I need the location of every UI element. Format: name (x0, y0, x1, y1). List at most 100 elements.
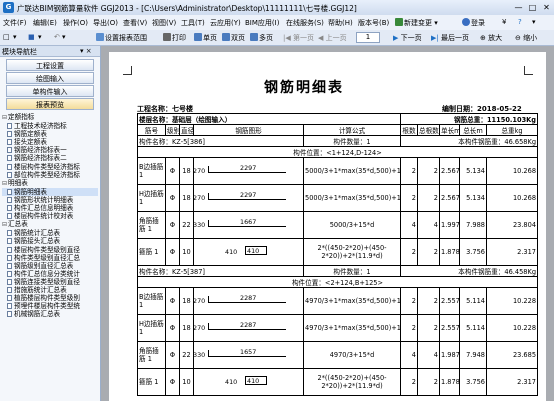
undo-icon[interactable]: ↶ (54, 33, 60, 41)
single-page-button[interactable]: 单页 (194, 33, 217, 43)
bar-grade: Φ (165, 314, 180, 342)
menu-edit[interactable]: 编辑(E) (33, 18, 57, 28)
login-label: 登录 (471, 19, 485, 27)
bar-count: 2 (400, 157, 418, 185)
col-header: 计算公式 (303, 124, 401, 136)
toolbar: □ ▾ ■ ▾ ↶ ▾ 设置报表范围 打印 单页 双页 多页 |◀ 第一页 ◀ … (0, 30, 554, 46)
menu-export[interactable]: 导出(O) (93, 18, 118, 28)
component-count: 构件数量：1 (303, 265, 401, 277)
bar-total-weight: 2.317 (485, 238, 539, 266)
tree-item[interactable]: 钢筋级别直径汇总表 (2, 262, 98, 270)
bar-formula: 2*((450-2*20)+(450-2*20))+2*(11.9*d) (303, 238, 401, 266)
print-icon (163, 33, 171, 41)
last-page-button[interactable]: ▶| 最后一页 (431, 33, 469, 43)
tree-item[interactable]: 接头定额表 (2, 138, 98, 146)
tree-item[interactable]: 钢筋形状统计明细表 (2, 196, 98, 204)
menu-file[interactable]: 文件(F) (3, 18, 27, 28)
crop-mark (524, 66, 533, 75)
bar-shape-cell: 270 2297 (193, 184, 304, 212)
tree-item[interactable]: 部位构件类型经济指标 (2, 171, 98, 179)
next-page-button[interactable]: ▶ 下一页 (393, 33, 422, 43)
print-button[interactable]: 打印 (163, 33, 186, 43)
tree-item[interactable]: 措施筋统计汇总表 (2, 286, 98, 294)
close-button[interactable]: ✕ (540, 2, 553, 13)
bar-unit-length: 1.878 (439, 368, 460, 396)
bar-grade: Φ (165, 238, 180, 266)
dropdown-icon[interactable]: ▾ (13, 33, 17, 41)
report-range-button[interactable]: 设置报表范围 (96, 33, 147, 43)
tree-item[interactable]: 构件汇总信息明细表 (2, 204, 98, 212)
tree-item[interactable]: 机械钢筋汇总表 (2, 310, 98, 318)
bar-number: 箍筋 1 (137, 368, 166, 396)
tree-item[interactable]: 钢筋经济指标表二 (2, 154, 98, 162)
first-page-button[interactable]: |◀ 第一页 (283, 33, 314, 43)
dropdown-icon[interactable]: ▾ (62, 33, 66, 41)
rebar-shape: 270 2287 (195, 321, 302, 334)
rebar-shape: 330 1657 (195, 348, 302, 361)
tree-item[interactable]: 钢筋统计汇总表 (2, 229, 98, 237)
currency-icon[interactable]: ¥ (502, 18, 506, 26)
menu-online[interactable]: 在线服务(S) (286, 18, 324, 28)
next-page-icon: ▶ (393, 34, 401, 42)
login-button[interactable]: 登录 (462, 18, 485, 28)
new-file-icon[interactable]: □ (3, 33, 10, 41)
tree-item[interactable]: 楼层构件类型经济指标 (2, 163, 98, 171)
bar-formula: 5000/3+1*max(35*d,500)+15*d (303, 157, 401, 185)
menu-view[interactable]: 查看(V) (123, 18, 147, 28)
nav-report-preview[interactable]: 报表预览 (6, 98, 94, 110)
tree-item[interactable]: 钢筋连接类型级别直径 (2, 278, 98, 286)
tree-item[interactable]: 楼层构件类型级别直径 (2, 246, 98, 254)
menu-bim[interactable]: BIM应用(I) (245, 18, 279, 28)
chevron-down-icon[interactable]: ▾ (532, 18, 536, 26)
bar-diameter: 10 (179, 368, 194, 396)
prev-page-button[interactable]: ◀ 上一页 (318, 33, 347, 43)
tree-group-detail[interactable]: 明细表 (2, 179, 98, 188)
component-name: 构件名称：KZ-5[386] (137, 135, 304, 147)
menu-help[interactable]: 帮助(H) (328, 18, 353, 28)
page-number-input[interactable]: 1 (356, 32, 380, 43)
maximize-button[interactable]: □ (526, 2, 539, 13)
nav-drawing-input[interactable]: 绘图输入 (6, 72, 94, 84)
multi-page-button[interactable]: 多页 (250, 33, 273, 43)
tree-item[interactable]: 钢筋接头汇总表 (2, 237, 98, 245)
minimize-button[interactable]: — (512, 2, 525, 13)
nav-project-settings[interactable]: 工程设置 (6, 59, 94, 71)
next-page-label: 下一页 (400, 34, 422, 42)
shape-dim-left: 270 (193, 194, 206, 202)
panel-pin-close[interactable]: ▾ × (80, 47, 92, 55)
rebar-shape: 410 410 (195, 246, 302, 258)
report-preview-area[interactable]: 钢筋明细表 工程名称：七号楼 编制日期：2018-05-22 楼层名称：基础层（… (101, 46, 554, 401)
tree-item[interactable]: 工程技术经济指标 (2, 122, 98, 130)
bar-grade: Φ (165, 287, 180, 315)
tree-item[interactable]: 构件汇总信息分类统计 (2, 270, 98, 278)
tree-item[interactable]: 钢筋经济指标表一 (2, 146, 98, 154)
menu-tools[interactable]: 工具(T) (181, 18, 205, 28)
dropdown-icon[interactable]: ▾ (38, 33, 42, 41)
bar-diameter: 22 (179, 211, 194, 239)
new-change-button[interactable]: 新建变更 ▾ (395, 18, 438, 28)
bar-total-length: 7.988 (459, 211, 487, 239)
bar-total-count: 4 (417, 211, 440, 239)
menu-view2[interactable]: 视图(V) (152, 18, 176, 28)
tree-group-quota[interactable]: 定额指标 (2, 113, 98, 122)
table-row: H边插筋 1Φ18270 2297 5000/3+1*max(35*d,500)+1… (137, 184, 539, 212)
nav-single-component-input[interactable]: 单构件输入 (6, 85, 94, 97)
bar-grade: Φ (165, 184, 180, 212)
tree-item[interactable]: 钢筋定额表 (2, 130, 98, 138)
component-header-row: 构件名称：KZ-5[387] 构件数量：1 本构件钢筋重：46.458Kg (137, 265, 539, 277)
tree-item-selected[interactable]: 钢筋明细表 (2, 187, 98, 196)
double-page-button[interactable]: 双页 (222, 33, 245, 43)
menu-version[interactable]: 版本号(B) (358, 18, 389, 28)
menu-cloud[interactable]: 云应用(Y) (210, 18, 241, 28)
tree-item[interactable]: 预埋件楼层构件类型统 (2, 302, 98, 310)
menu-operate[interactable]: 操作(O) (63, 18, 88, 28)
help-icon[interactable]: ? (518, 18, 522, 26)
tree-item[interactable]: 植筋楼层构件类型级别 (2, 294, 98, 302)
tree-item[interactable]: 楼层构件统计校对表 (2, 212, 98, 220)
zoom-out-button[interactable]: ⊖ 缩小 (515, 33, 537, 43)
bar-grade: Φ (165, 211, 180, 239)
zoom-in-button[interactable]: ⊕ 放大 (480, 33, 502, 43)
tree-group-summary[interactable]: 汇总表 (2, 220, 98, 229)
save-icon[interactable]: ■ (28, 33, 35, 41)
tree-item[interactable]: 构件类型级别直径汇总 (2, 254, 98, 262)
